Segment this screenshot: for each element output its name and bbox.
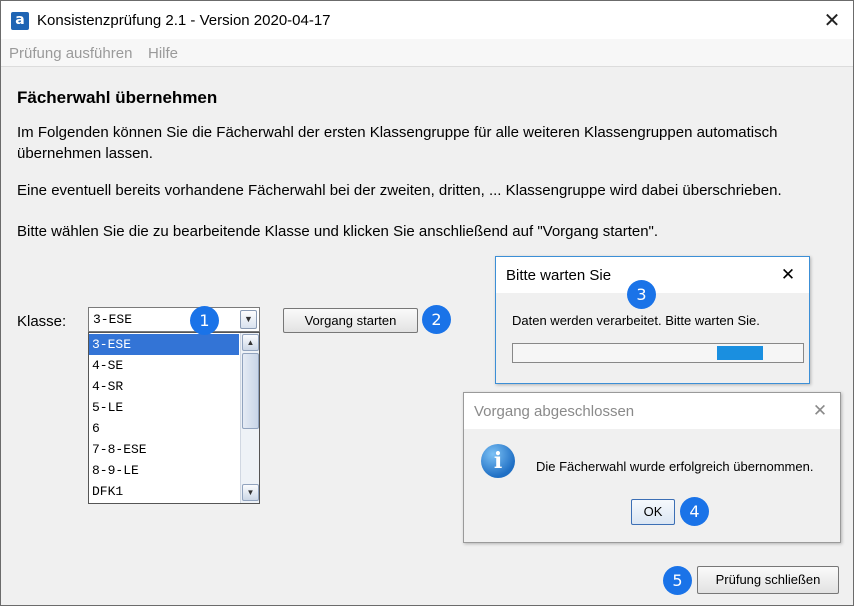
list-item[interactable]: 3-ESE — [89, 334, 239, 355]
annotation-badge-3: 3 — [627, 280, 656, 309]
scrollbar-thumb[interactable] — [242, 353, 259, 429]
scroll-down-icon[interactable]: ▼ — [242, 484, 259, 501]
list-item[interactable]: 5-LE — [89, 397, 239, 418]
instruction-paragraph: Bitte wählen Sie die zu bearbeitende Kla… — [17, 223, 659, 240]
klasse-combobox[interactable]: 3-ESE ▼ — [88, 307, 260, 332]
page-title: Fächerwahl übernehmen — [17, 88, 218, 107]
list-item[interactable]: 6 — [89, 418, 239, 439]
done-dialog-titlebar: Vorgang abgeschlossen ✕ — [464, 393, 840, 429]
done-dialog: Vorgang abgeschlossen ✕ i Die Fächerwahl… — [463, 392, 841, 543]
list-item[interactable]: 4-SE — [89, 355, 239, 376]
app-logo-icon: a — [11, 12, 29, 30]
list-item[interactable]: 4-SR — [89, 376, 239, 397]
menu-hilfe[interactable]: Hilfe — [148, 45, 178, 62]
combo-selected-value: 3-ESE — [93, 312, 133, 327]
wait-dialog-message: Daten werden verarbeitet. Bitte warten S… — [512, 313, 760, 328]
chevron-down-icon[interactable]: ▼ — [240, 310, 257, 329]
annotation-badge-2: 2 — [422, 305, 451, 334]
list-item[interactable]: DFK1 — [89, 481, 239, 502]
dropdown-scrollbar[interactable]: ▲ ▼ — [240, 333, 259, 503]
warning-paragraph: Eine eventuell bereits vorhandene Fächer… — [17, 182, 782, 199]
pruefung-schliessen-button[interactable]: Prüfung schließen — [697, 566, 839, 594]
klasse-dropdown-list[interactable]: 3-ESE 4-SE 4-SR 5-LE 6 7-8-ESE 8-9-LE DF… — [88, 332, 260, 504]
scroll-up-icon[interactable]: ▲ — [242, 334, 259, 351]
menu-pruefung-ausfuehren[interactable]: Prüfung ausführen — [9, 45, 132, 62]
done-dialog-message: Die Fächerwahl wurde erfolgreich übernom… — [536, 459, 814, 474]
ok-button[interactable]: OK — [631, 499, 675, 525]
annotation-badge-5: 5 — [663, 566, 692, 595]
progress-fill — [717, 346, 763, 360]
close-icon[interactable]: ✕ — [810, 401, 830, 421]
klasse-label: Klasse: — [17, 313, 67, 330]
close-icon[interactable]: ✕ — [819, 7, 845, 33]
list-item[interactable]: 7-8-ESE — [89, 439, 239, 460]
window-title: Konsistenzprüfung 2.1 - Version 2020-04-… — [37, 12, 331, 29]
wait-dialog-title: Bitte warten Sie — [506, 267, 612, 284]
menu-bar: Prüfung ausführen Hilfe — [1, 39, 853, 67]
annotation-badge-1: 1 — [190, 306, 219, 335]
vorgang-starten-button[interactable]: Vorgang starten — [283, 308, 418, 333]
title-bar: a Konsistenzprüfung 2.1 - Version 2020-0… — [1, 1, 853, 39]
wait-dialog: Bitte warten Sie ✕ Daten werden verarbei… — [495, 256, 810, 384]
main-window: a Konsistenzprüfung 2.1 - Version 2020-0… — [0, 0, 854, 606]
wait-progress-bar — [512, 343, 804, 363]
annotation-badge-4: 4 — [680, 497, 709, 526]
done-dialog-title: Vorgang abgeschlossen — [474, 403, 635, 420]
intro-paragraph: Im Folgenden können Sie die Fächerwahl d… — [17, 124, 778, 162]
close-icon[interactable]: ✕ — [778, 265, 798, 285]
info-icon: i — [481, 444, 515, 478]
list-item[interactable]: 8-9-LE — [89, 460, 239, 481]
